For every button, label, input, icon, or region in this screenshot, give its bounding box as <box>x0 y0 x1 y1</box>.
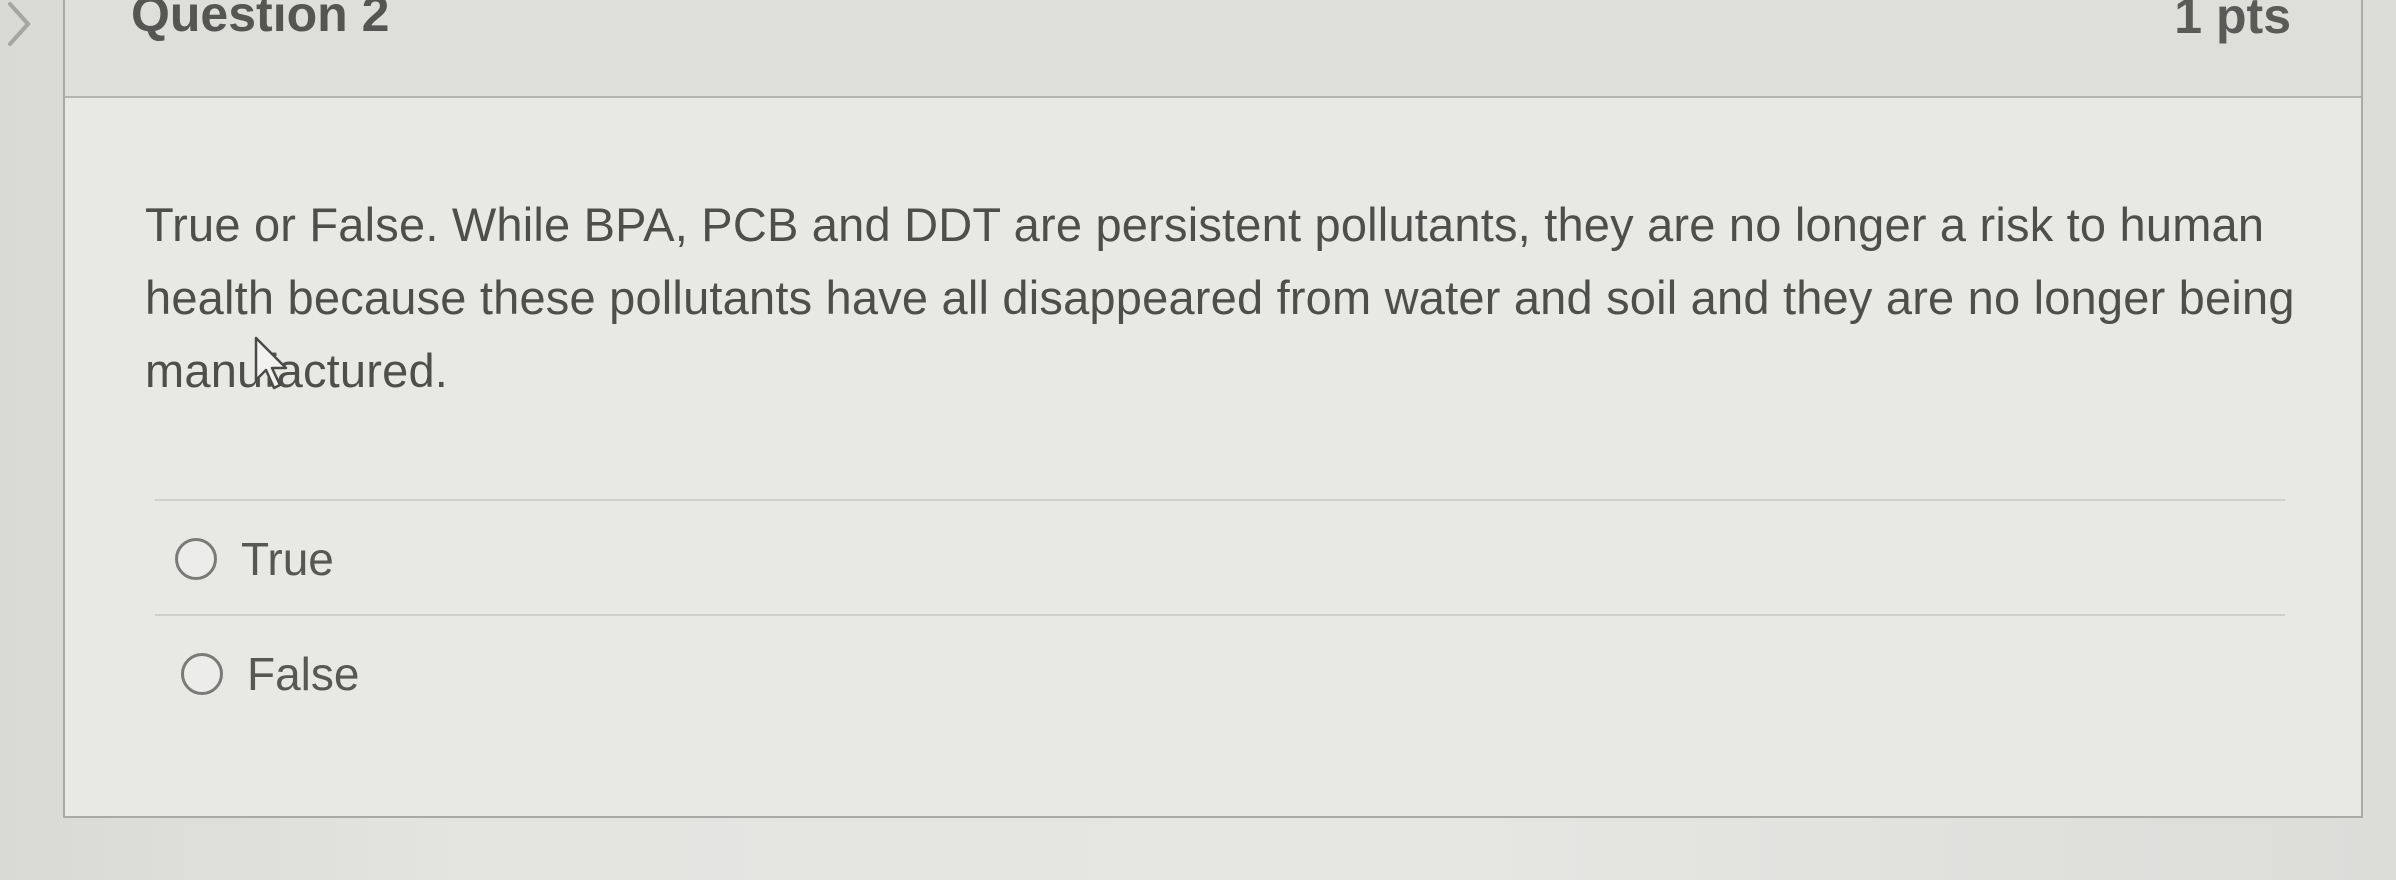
question-card: Question 2 1 pts True or False. While BP… <box>63 0 2363 818</box>
question-text: True or False. While BPA, PCB and DDT ar… <box>145 198 2295 397</box>
radio-false[interactable] <box>181 653 223 695</box>
question-points: 1 pts <box>2174 0 2291 44</box>
chevron-right-icon[interactable] <box>0 0 40 60</box>
mouse-pointer-icon <box>254 336 288 390</box>
radio-true[interactable] <box>175 538 217 580</box>
question-title: Question 2 <box>131 0 390 42</box>
answer-divider-middle <box>155 614 2285 616</box>
answer-false-label: False <box>247 648 360 700</box>
answer-true-label: True <box>241 533 334 585</box>
answer-divider-top <box>155 499 2285 501</box>
answer-false[interactable]: False <box>181 647 359 701</box>
question-header: Question 2 1 pts <box>65 0 2361 98</box>
answer-true[interactable]: True <box>175 532 334 586</box>
